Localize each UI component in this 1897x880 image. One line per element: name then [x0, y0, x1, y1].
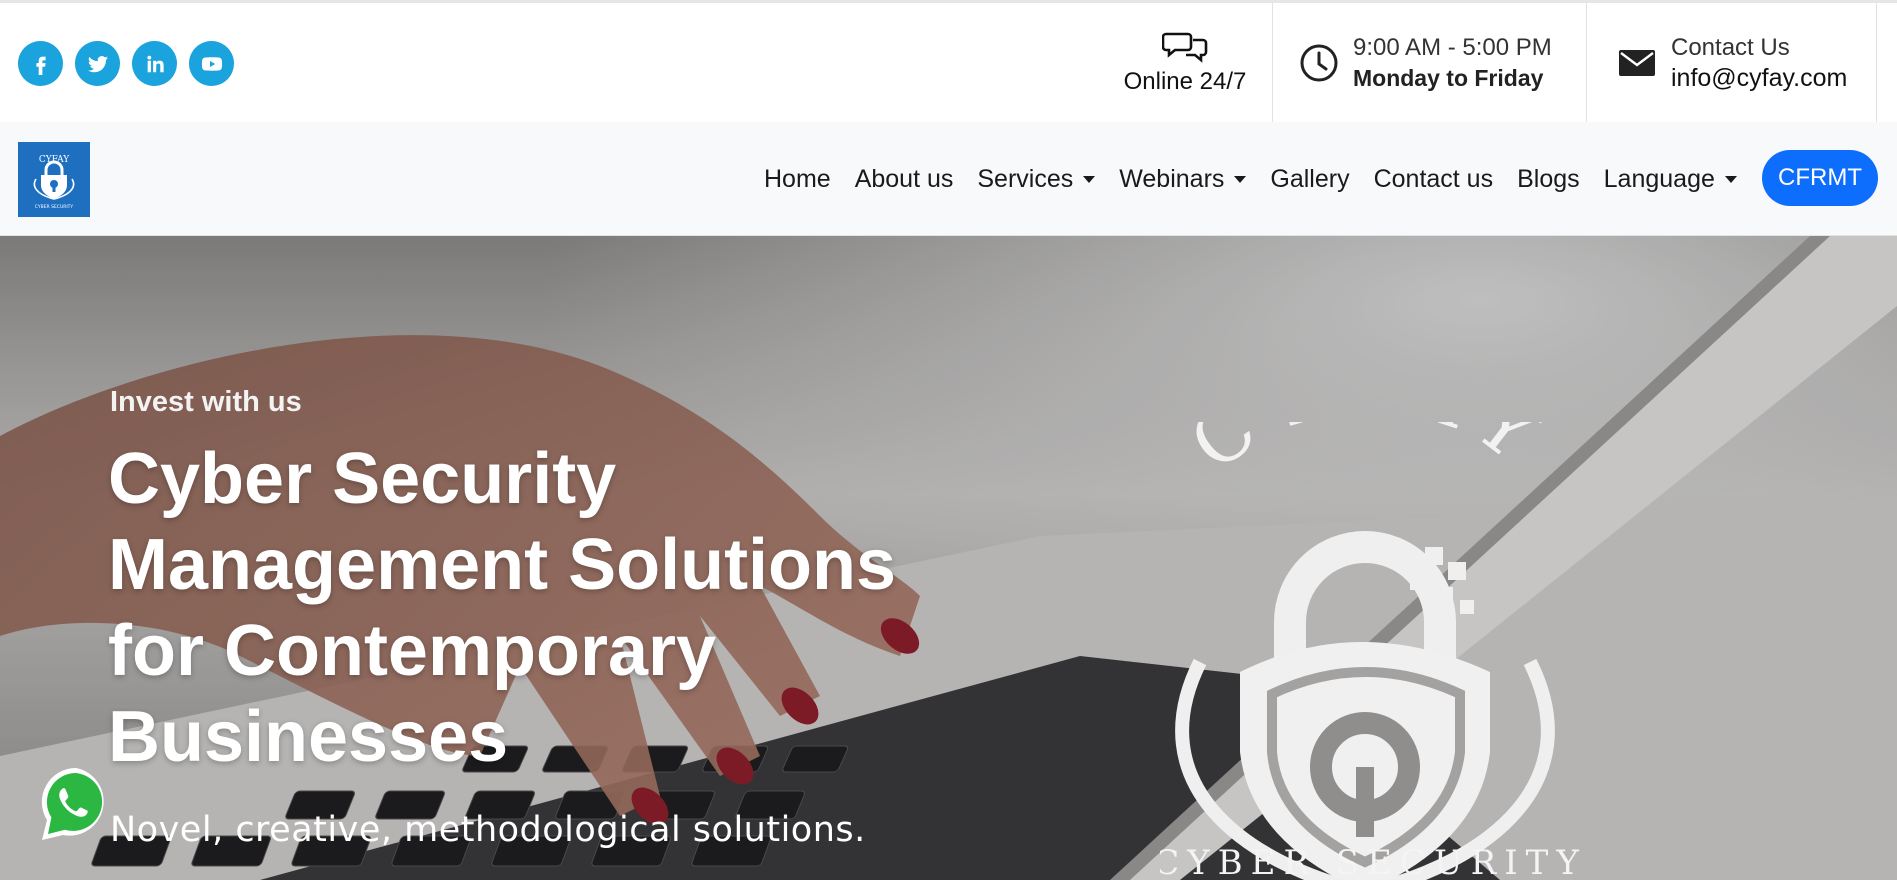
headline-line-4: Businesses	[108, 697, 509, 777]
youtube-icon	[201, 56, 222, 71]
nav-home-label: Home	[764, 164, 831, 193]
cyfay-brand-watermark: CYFAY CYBER SECURITY	[1160, 422, 1580, 880]
headline-line-1: Cyber Security	[108, 439, 617, 519]
nav-language-dropdown[interactable]: Language	[1592, 156, 1749, 202]
nav-webinars-label: Webinars	[1119, 164, 1225, 193]
nav-gallery[interactable]: Gallery	[1258, 156, 1361, 202]
chat-bubbles-icon	[1162, 32, 1208, 63]
main-navbar: CYFAY CYBER SECURITY Home About us Servi…	[0, 122, 1897, 236]
nav-about-label: About us	[854, 164, 954, 193]
youtube-link[interactable]	[189, 41, 234, 86]
nav-about[interactable]: About us	[843, 156, 966, 202]
linkedin-link[interactable]	[132, 41, 177, 86]
nav-blogs-label: Blogs	[1517, 164, 1580, 193]
logo-text-bottom: CYBER SECURITY	[35, 204, 74, 210]
contact-label: Contact Us	[1671, 33, 1790, 61]
nav-blogs[interactable]: Blogs	[1505, 156, 1592, 202]
social-links	[18, 41, 234, 86]
brand-watermark-top-text: CYFAY	[1175, 422, 1547, 488]
svg-text:CYFAY: CYFAY	[1175, 422, 1565, 488]
site-logo[interactable]: CYFAY CYBER SECURITY	[18, 142, 90, 217]
caret-down-icon	[1724, 175, 1737, 183]
twitter-icon	[87, 55, 108, 72]
brand-watermark-bottom-text: CYBER SECURITY	[1160, 843, 1580, 880]
headline-line-2: Management Solutions	[108, 525, 897, 605]
hero-banner: CYFAY CYBER SECURITY Invest with us Cybe…	[0, 236, 1897, 880]
facebook-icon	[35, 56, 46, 75]
nav-contact[interactable]: Contact us	[1362, 156, 1506, 202]
hours-time: 9:00 AM - 5:00 PM	[1353, 33, 1552, 61]
padlock-shield-logo-icon: CYFAY CYBER SECURITY	[33, 155, 75, 210]
nav-contact-label: Contact us	[1373, 164, 1494, 193]
online-label: Online 24/7	[1123, 67, 1247, 95]
nav-menu: Home About us Services Webinars Gallery …	[752, 156, 1749, 202]
nav-webinars-dropdown[interactable]: Webinars	[1107, 156, 1258, 202]
nav-gallery-label: Gallery	[1270, 164, 1350, 193]
contact-info: Contact Us info@cyfay.com	[1586, 3, 1876, 122]
envelope-icon	[1619, 49, 1655, 76]
hours-days: Monday to Friday	[1353, 64, 1544, 91]
headline-line-3: for Contemporary	[108, 611, 717, 691]
facebook-link[interactable]	[18, 41, 63, 86]
contact-email-link[interactable]: info@cyfay.com	[1671, 63, 1847, 93]
nav-services-label: Services	[977, 164, 1074, 193]
cfrmt-button[interactable]: CFRMT	[1762, 150, 1878, 206]
hero-headline: Cyber Security Management Solutions for …	[108, 436, 968, 780]
linkedin-icon	[146, 55, 164, 72]
online-support: Online 24/7	[1100, 3, 1270, 122]
clock-icon	[1300, 44, 1338, 81]
hero-eyebrow: Invest with us	[110, 386, 302, 418]
hero-tagline: Novel, creative, methodological solution…	[110, 810, 866, 850]
caret-down-icon	[1083, 175, 1096, 183]
nav-language-label: Language	[1603, 164, 1715, 193]
divider	[1876, 3, 1877, 122]
caret-down-icon	[1234, 175, 1247, 183]
nav-services-dropdown[interactable]: Services	[965, 156, 1107, 202]
nav-home[interactable]: Home	[752, 156, 843, 202]
twitter-link[interactable]	[75, 41, 120, 86]
whatsapp-icon[interactable]	[36, 764, 116, 844]
working-hours: 9:00 AM - 5:00 PM Monday to Friday	[1272, 3, 1586, 122]
top-info-bar: Online 24/7 9:00 AM - 5:00 PM Monday to …	[0, 0, 1897, 122]
